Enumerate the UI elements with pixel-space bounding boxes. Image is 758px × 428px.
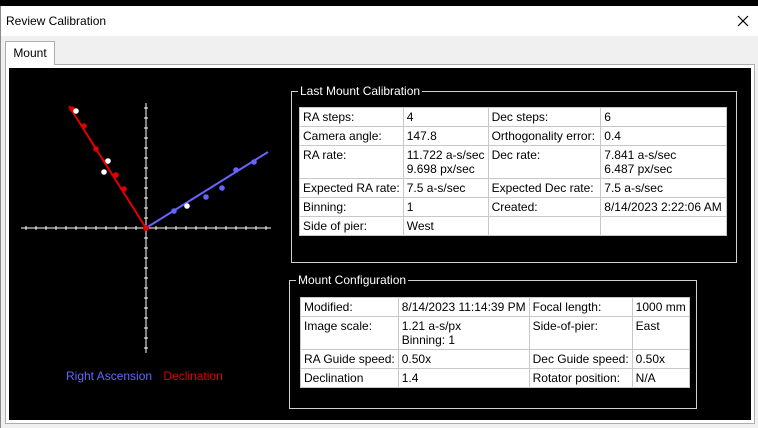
group-title-mount-configuration: Mount Configuration xyxy=(296,273,409,287)
last-mount-calibration-group: Last Mount Calibration RA steps: 4 Dec ste… xyxy=(291,84,737,263)
table-row: RA Guide speed: 0.50x Dec Guide speed: 0.50… xyxy=(300,349,690,369)
close-button[interactable] xyxy=(728,6,758,36)
field-label: Rotator position: xyxy=(528,368,633,388)
table-row: RA rate: 11.722 a-s/sec 9.698 px/sec Dec ra… xyxy=(299,145,727,179)
field-value xyxy=(600,216,727,236)
field-label: RA steps: xyxy=(299,107,404,127)
chart-legend: Right Ascension Declination xyxy=(66,369,231,383)
data-point-dec xyxy=(105,158,111,164)
data-point-dec xyxy=(81,123,87,129)
field-label: Focal length: xyxy=(528,297,633,317)
field-value: 8/14/2023 11:14:39 PM xyxy=(397,297,530,317)
field-label: Orthogonality error: xyxy=(487,126,602,146)
table-row: Modified: 8/14/2023 11:14:39 PM Focal leng… xyxy=(300,297,690,317)
data-point-dec xyxy=(93,146,99,152)
field-value: 4 xyxy=(402,107,489,127)
data-point-dec xyxy=(101,169,107,175)
field-label: Modified: xyxy=(300,297,399,317)
field-value: 0.50x xyxy=(397,349,530,369)
field-label: Binning: xyxy=(299,197,404,217)
field-value: 7.5 a-s/sec xyxy=(402,178,489,198)
table-row: Declination 1.4 Rotator position: N/A xyxy=(300,368,690,388)
legend-declination: Declination xyxy=(163,369,223,383)
field-label: Side of pier: xyxy=(299,216,404,236)
field-label: Expected RA rate: xyxy=(299,178,404,198)
field-label: Camera angle: xyxy=(299,126,404,146)
field-value: 1.21 a-s/px Binning: 1 xyxy=(397,316,530,350)
field-label: RA rate: xyxy=(299,145,404,179)
group-title-last-calibration: Last Mount Calibration xyxy=(298,84,423,98)
field-label: Side-of-pier: xyxy=(528,316,633,350)
field-value: 1 xyxy=(402,197,489,217)
field-value: 11.722 a-s/sec 9.698 px/sec xyxy=(402,145,489,179)
data-point-ra xyxy=(233,167,239,173)
field-value: 1000 mm xyxy=(631,297,690,317)
close-icon xyxy=(737,15,749,27)
table-row: Image scale: 1.21 a-s/px Binning: 1 Side-of… xyxy=(300,316,690,350)
field-label: Created: xyxy=(487,197,602,217)
field-label: Expected Dec rate: xyxy=(487,178,602,198)
field-value: 6 xyxy=(600,107,727,127)
series-line-dec xyxy=(68,105,147,229)
mount-configuration-group: Mount Configuration Modified: 8/14/2023 1… xyxy=(289,273,697,409)
data-point-ra xyxy=(203,194,209,200)
data-point-dec xyxy=(73,108,79,114)
field-label xyxy=(487,216,602,236)
field-label: Dec rate: xyxy=(487,145,602,179)
table-row: Expected RA rate: 7.5 a-s/sec Expected Dec… xyxy=(299,178,727,198)
field-label: RA Guide speed: xyxy=(300,349,399,369)
field-value: West xyxy=(402,216,489,236)
field-label: Declination xyxy=(300,368,399,388)
field-value: East xyxy=(631,316,690,350)
field-label: Dec steps: xyxy=(487,107,602,127)
table-row: RA steps: 4 Dec steps: 6 xyxy=(299,107,727,127)
data-point-ra xyxy=(219,185,225,191)
series-line-ra xyxy=(145,151,269,229)
data-point-ra xyxy=(171,208,177,214)
mount-configuration-table: Modified: 8/14/2023 11:14:39 PM Focal leng… xyxy=(300,297,690,388)
field-label: Image scale: xyxy=(300,316,399,350)
field-value: 8/14/2023 2:22:06 AM xyxy=(600,197,727,217)
data-point-dec xyxy=(121,186,127,192)
data-point-ra xyxy=(184,203,190,209)
window-title: Review Calibration xyxy=(6,14,107,28)
legend-right-ascension: Right Ascension xyxy=(66,369,153,383)
table-row: Side of pier: West xyxy=(299,216,727,236)
field-value: 1.4 xyxy=(397,368,530,388)
data-point-dec xyxy=(113,172,119,178)
table-row: Binning: 1 Created: 8/14/2023 2:22:06 AM xyxy=(299,197,727,217)
field-value: 147.8 xyxy=(402,126,489,146)
field-value: 7.841 a-s/sec 6.487 px/sec xyxy=(600,145,727,179)
tab-mount[interactable]: Mount xyxy=(5,41,55,65)
title-bar: Review Calibration xyxy=(1,6,758,36)
field-value: 0.4 xyxy=(600,126,727,146)
origin-point xyxy=(143,225,149,231)
calibration-panel: Right Ascension Declination Last Mount C… xyxy=(9,68,751,420)
field-value: 7.5 a-s/sec xyxy=(600,178,727,198)
data-point-ra xyxy=(251,159,257,165)
field-value: N/A xyxy=(631,368,690,388)
last-calibration-table: RA steps: 4 Dec steps: 6 Camera angle: 147.8 O… xyxy=(299,107,727,236)
field-label: Dec Guide speed: xyxy=(528,349,633,369)
calibration-chart xyxy=(21,103,271,353)
table-row: Camera angle: 147.8 Orthogonality error: 0.… xyxy=(299,126,727,146)
review-calibration-window: Review Calibration Mount Right Ascension… xyxy=(0,6,758,428)
field-value: 0.50x xyxy=(631,349,690,369)
